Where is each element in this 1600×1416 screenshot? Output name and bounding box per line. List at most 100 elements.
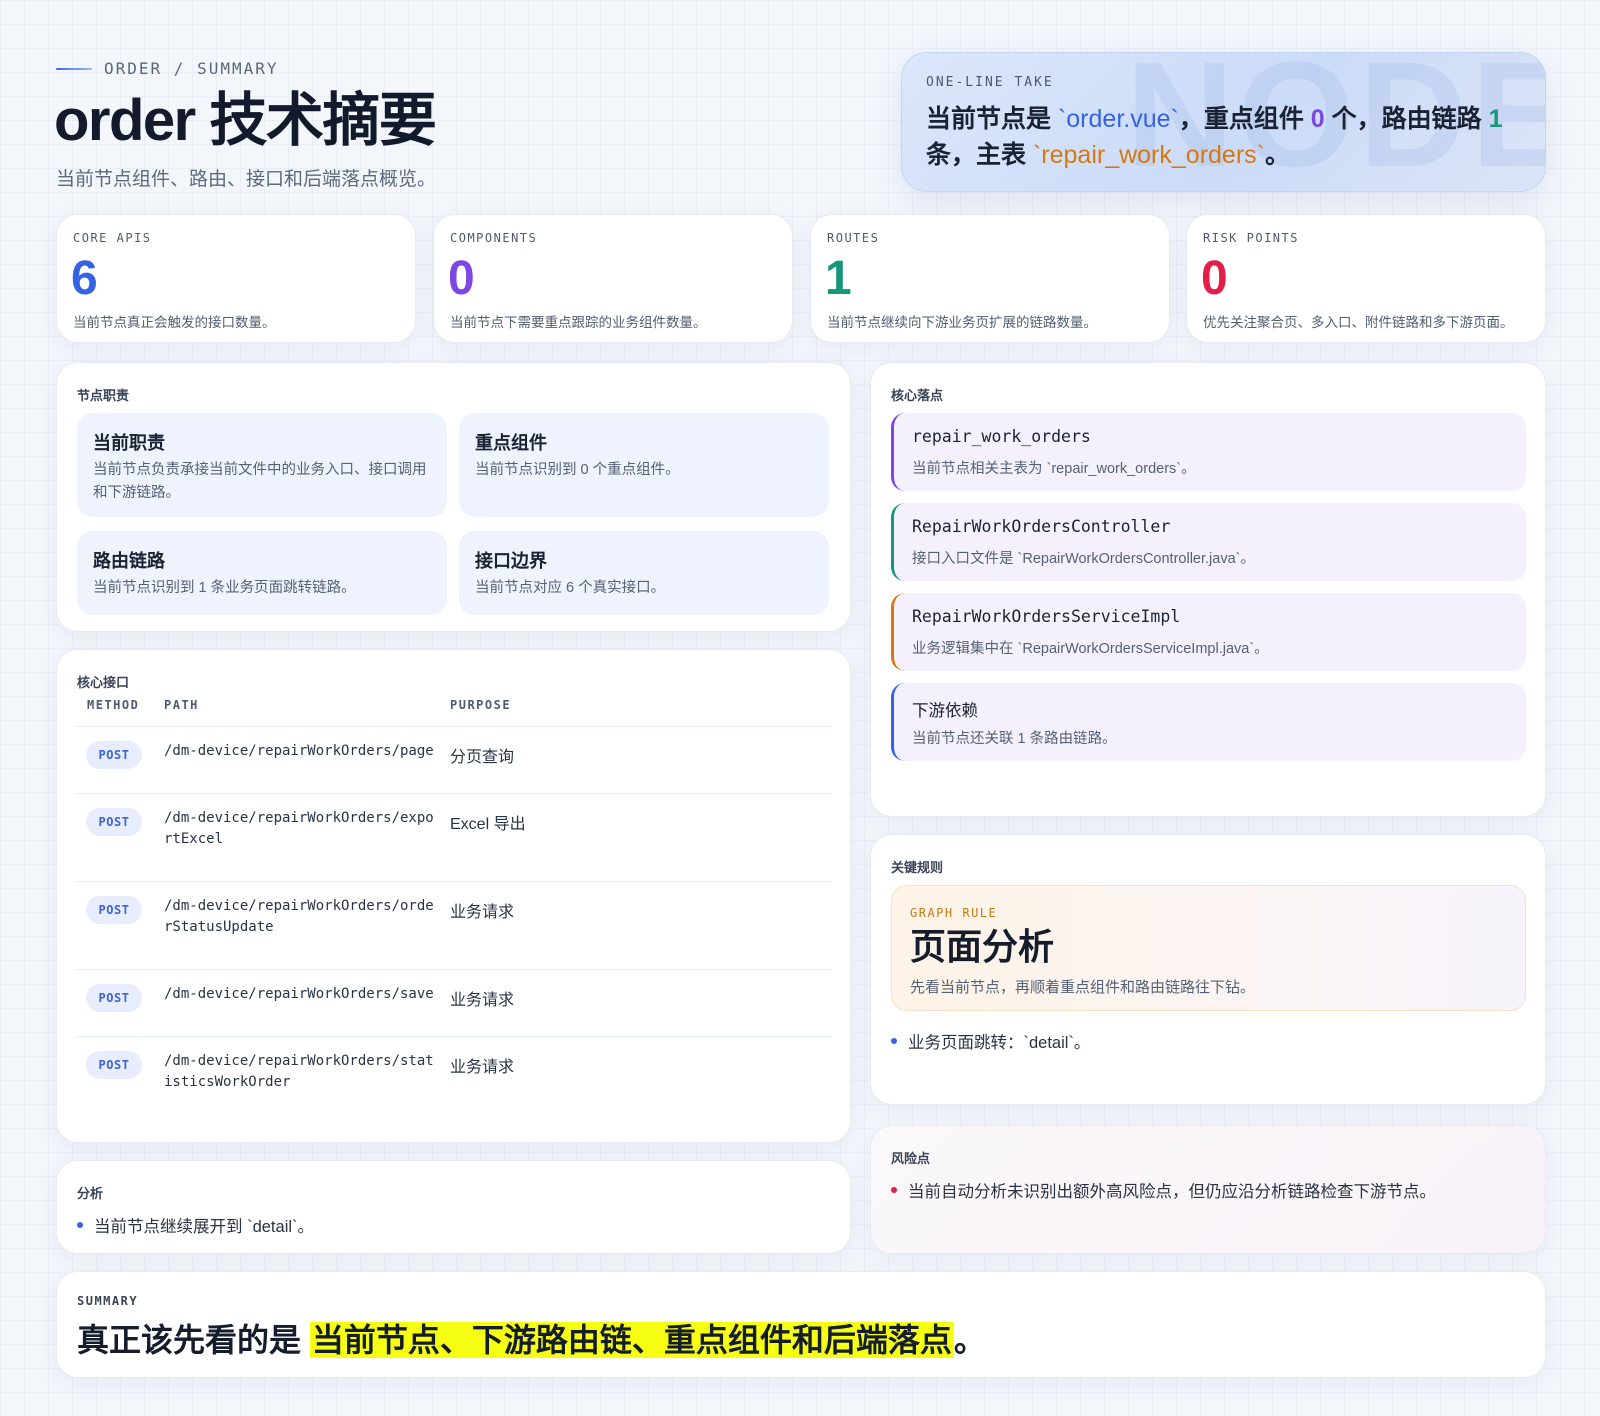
duty-text: 当前节点识别到 1 条业务页面跳转链路。 bbox=[93, 580, 356, 596]
landing-item-service: RepairWorkOrdersServiceImpl 业务逻辑集中在 `Rep… bbox=[891, 593, 1526, 671]
api-path: /dm-device/repairWorkOrders/exportExcel bbox=[164, 810, 434, 847]
eyebrow: ORDER / SUMMARY bbox=[56, 59, 279, 78]
api-path: /dm-device/repairWorkOrders/statisticsWo… bbox=[164, 1053, 434, 1090]
column-header-path: PATH bbox=[164, 698, 199, 712]
summary-tail: 。 bbox=[953, 1322, 986, 1358]
stat-key: COMPONENTS bbox=[450, 231, 538, 245]
stat-desc: 优先关注聚合页、多入口、附件链路和多下游页面。 bbox=[1203, 315, 1514, 330]
table-row[interactable]: POST /dm-device/repairWorkOrders/exportE… bbox=[76, 793, 832, 881]
stat-card-risk-points: RISK POINTS 0 优先关注聚合页、多入口、附件链路和多下游页面。 bbox=[1186, 214, 1546, 343]
method-badge: POST bbox=[86, 896, 142, 924]
bullet-text: 当前自动分析未识别出额外高风险点，但仍应沿分析链路检查下游节点。 bbox=[908, 1183, 1436, 1201]
stat-card-components: COMPONENTS 0 当前节点下需要重点跟踪的业务组件数量。 bbox=[433, 214, 793, 343]
summary-key: SUMMARY bbox=[77, 1294, 139, 1308]
rule-bullet: 业务页面跳转：`detail`。 bbox=[891, 1029, 1090, 1053]
page-subtitle: 当前节点组件、路由、接口和后端落点概览。 bbox=[56, 169, 437, 190]
take-table: `repair_work_orders` bbox=[1032, 141, 1265, 169]
panel-title: 节点职责 bbox=[77, 388, 130, 403]
table-row[interactable]: POST /dm-device/repairWorkOrders/page 分页… bbox=[76, 726, 832, 793]
analysis-panel: 分析 当前节点继续展开到 `detail`。 bbox=[56, 1160, 851, 1254]
bullet-text: 业务页面跳转：`detail`。 bbox=[908, 1034, 1091, 1052]
table-row[interactable]: POST /dm-device/repairWorkOrders/save 业务… bbox=[76, 969, 832, 1036]
method-badge: POST bbox=[86, 741, 142, 769]
take-file: `order.vue` bbox=[1057, 105, 1179, 133]
api-path: /dm-device/repairWorkOrders/page bbox=[164, 743, 434, 759]
landing-heading: 下游依赖 bbox=[912, 702, 978, 720]
api-purpose: 业务请求 bbox=[450, 1059, 515, 1076]
one-line-take-card: NODE ONE-LINE TAKE 当前节点是 `order.vue`，重点组… bbox=[901, 52, 1546, 192]
take-text: ，重点组件 bbox=[1178, 105, 1311, 133]
landing-text: 当前节点还关联 1 条路由链路。 bbox=[912, 731, 1117, 747]
api-purpose: 业务请求 bbox=[450, 992, 515, 1009]
risk-bullet: 当前自动分析未识别出额外高风险点，但仍应沿分析链路检查下游节点。 bbox=[891, 1178, 1436, 1202]
landing-text: 接口入口文件是 `RepairWorkOrdersController.java… bbox=[912, 551, 1255, 567]
stat-desc: 当前节点真正会触发的接口数量。 bbox=[73, 315, 276, 330]
duty-heading: 接口边界 bbox=[475, 551, 547, 571]
panel-title: 风险点 bbox=[891, 1151, 931, 1166]
bullet-dot bbox=[891, 1187, 897, 1193]
summary-highlight: 当前节点、下游路由链、重点组件和后端落点 bbox=[309, 1322, 954, 1358]
risk-points-panel: 风险点 当前自动分析未识别出额外高风险点，但仍应沿分析链路检查下游节点。 bbox=[870, 1125, 1546, 1254]
duty-heading: 当前职责 bbox=[93, 433, 165, 453]
stat-desc: 当前节点下需要重点跟踪的业务组件数量。 bbox=[450, 315, 707, 330]
graph-rule-key: GRAPH RULE bbox=[910, 906, 998, 920]
stat-card-routes: ROUTES 1 当前节点继续向下游业务页扩展的链路数量。 bbox=[810, 214, 1170, 343]
take-sentence: 当前节点是 `order.vue`，重点组件 0 个，路由链路 1 条，主表 `… bbox=[926, 101, 1526, 173]
duty-text: 当前节点对应 6 个真实接口。 bbox=[475, 580, 666, 596]
stat-key: ROUTES bbox=[827, 231, 880, 245]
api-purpose: 分页查询 bbox=[450, 749, 515, 766]
duty-heading: 路由链路 bbox=[93, 551, 165, 571]
take-label: ONE-LINE TAKE bbox=[926, 75, 1054, 90]
take-text: 条，主表 bbox=[926, 141, 1033, 169]
take-text: 。 bbox=[1264, 141, 1290, 169]
landing-text: 当前节点相关主表为 `repair_work_orders`。 bbox=[912, 461, 1196, 477]
stat-value: 0 bbox=[448, 252, 475, 305]
table-row[interactable]: POST /dm-device/repairWorkOrders/statist… bbox=[76, 1036, 832, 1124]
duty-heading: 重点组件 bbox=[475, 433, 547, 453]
take-routes-count: 1 bbox=[1488, 105, 1503, 133]
duty-text: 当前节点识别到 0 个重点组件。 bbox=[475, 462, 680, 478]
stat-key: CORE APIS bbox=[73, 231, 152, 245]
take-text: 当前节点是 bbox=[926, 105, 1058, 133]
table-row[interactable]: POST /dm-device/repairWorkOrders/orderSt… bbox=[76, 881, 832, 969]
take-components-count: 0 bbox=[1310, 105, 1325, 133]
landing-heading: RepairWorkOrdersServiceImpl bbox=[912, 607, 1181, 626]
panel-title: 核心落点 bbox=[891, 388, 944, 403]
duty-text: 当前节点负责承接当前文件中的业务入口、接口调用和下游链路。 bbox=[93, 462, 427, 501]
landing-item-downstream: 下游依赖 当前节点还关联 1 条路由链路。 bbox=[891, 683, 1526, 761]
graph-rule-heading: 页面分析 bbox=[910, 926, 1055, 967]
core-landing-panel: 核心落点 repair_work_orders 当前节点相关主表为 `repai… bbox=[870, 362, 1546, 817]
graph-rule-card: GRAPH RULE 页面分析 先看当前节点，再顺着重点组件和路由链路往下钻。 bbox=[891, 885, 1526, 1011]
method-badge: POST bbox=[86, 1051, 142, 1079]
panel-title: 分析 bbox=[77, 1186, 104, 1201]
column-header-method: METHOD bbox=[87, 698, 140, 712]
node-duties-panel: 节点职责 当前职责 当前节点负责承接当前文件中的业务入口、接口调用和下游链路。 … bbox=[56, 362, 851, 632]
bullet-text: 当前节点继续展开到 `detail`。 bbox=[94, 1218, 315, 1236]
key-rules-panel: 关键规则 GRAPH RULE 页面分析 先看当前节点，再顺着重点组件和路由链路… bbox=[870, 834, 1546, 1105]
stat-value: 0 bbox=[1201, 252, 1228, 305]
api-purpose: Excel 导出 bbox=[450, 816, 526, 833]
summary-lead: 真正该先看的是 bbox=[77, 1322, 310, 1358]
landing-heading: RepairWorkOrdersController bbox=[912, 517, 1171, 536]
analysis-bullet: 当前节点继续展开到 `detail`。 bbox=[77, 1213, 314, 1237]
api-purpose: 业务请求 bbox=[450, 904, 515, 921]
page-title: order 技术摘要 bbox=[54, 88, 437, 153]
duty-card-api-boundary: 接口边界 当前节点对应 6 个真实接口。 bbox=[459, 531, 829, 615]
panel-title: 关键规则 bbox=[891, 860, 944, 875]
stat-value: 1 bbox=[825, 252, 852, 305]
landing-text: 业务逻辑集中在 `RepairWorkOrdersServiceImpl.jav… bbox=[912, 641, 1269, 657]
stat-desc: 当前节点继续向下游业务页扩展的链路数量。 bbox=[827, 315, 1097, 330]
landing-item-controller: RepairWorkOrdersController 接口入口文件是 `Repa… bbox=[891, 503, 1526, 581]
bullet-dot bbox=[77, 1222, 83, 1228]
stat-key: RISK POINTS bbox=[1203, 231, 1299, 245]
panel-title: 核心接口 bbox=[77, 675, 130, 690]
landing-heading: repair_work_orders bbox=[912, 427, 1091, 446]
breadcrumb: ORDER / SUMMARY bbox=[104, 59, 279, 78]
column-header-purpose: PURPOSE bbox=[450, 698, 512, 712]
stat-card-core-apis: CORE APIS 6 当前节点真正会触发的接口数量。 bbox=[56, 214, 416, 343]
summary-sentence: 真正该先看的是 当前节点、下游路由链、重点组件和后端落点。 bbox=[77, 1316, 986, 1364]
bullet-dot bbox=[891, 1038, 897, 1044]
duty-card-current: 当前职责 当前节点负责承接当前文件中的业务入口、接口调用和下游链路。 bbox=[77, 413, 447, 517]
landing-item-table: repair_work_orders 当前节点相关主表为 `repair_wor… bbox=[891, 413, 1526, 491]
method-badge: POST bbox=[86, 808, 142, 836]
